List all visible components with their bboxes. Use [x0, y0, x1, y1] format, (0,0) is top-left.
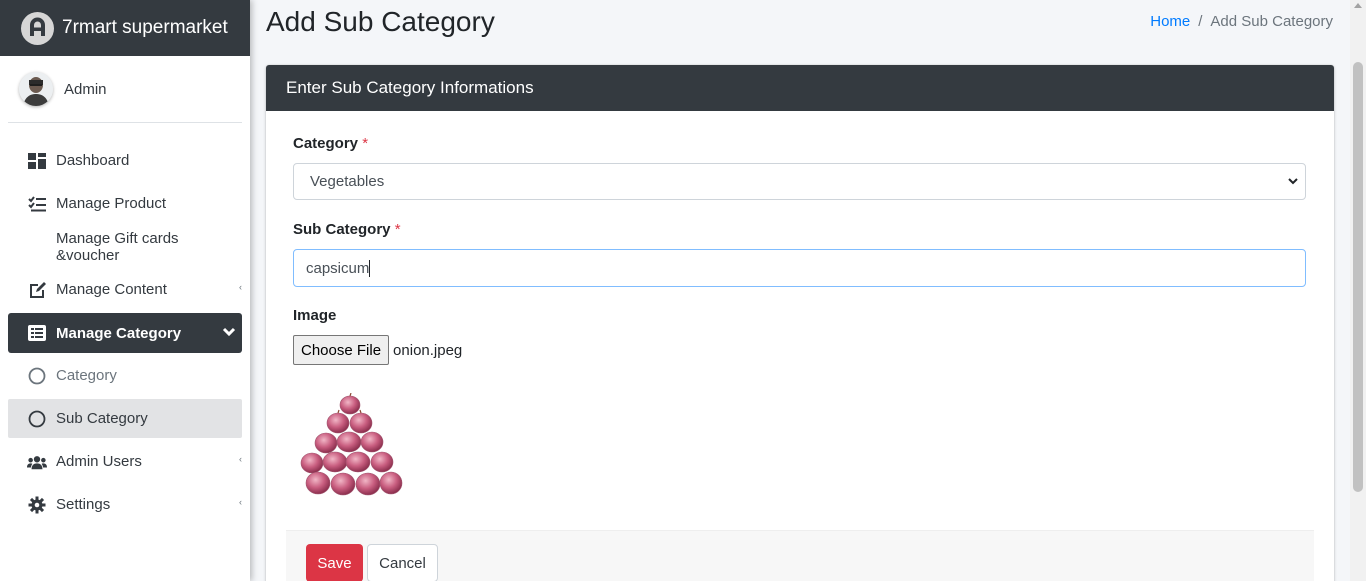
sub-category-form-card: Enter Sub Category Informations Category…	[266, 65, 1334, 581]
scrollbar-thumb[interactable]	[1353, 62, 1363, 492]
required-mark: *	[362, 135, 369, 152]
category-label: Category *	[293, 135, 368, 152]
sidebar-item-label: Manage Gift cards &voucher	[56, 229, 179, 264]
circle-icon	[27, 409, 47, 429]
sidebar-item-admin-users[interactable]: Admin Users ‹	[8, 440, 242, 483]
category-select[interactable]: Vegetables	[293, 163, 1306, 200]
sidebar-item-label: Admin Users	[56, 453, 142, 470]
sidebar-nav: Dashboard Manage Product Manage Gift car…	[8, 139, 242, 526]
sidebar-item-sub-category[interactable]: Sub Category	[8, 399, 242, 438]
sidebar: 7rmart supermarket Admin Dashboard Manag	[0, 0, 250, 581]
image-preview	[296, 392, 414, 501]
sidebar-item-label: Manage Content	[56, 281, 167, 298]
chevron-down-icon	[222, 325, 236, 343]
sidebar-item-manage-gift-cards[interactable]: Manage Gift cards &voucher	[8, 225, 242, 268]
sidebar-item-label: Settings	[56, 496, 111, 513]
edit-icon	[27, 280, 47, 300]
text-cursor	[369, 259, 371, 277]
chevron-down-icon	[1287, 174, 1299, 192]
category-label-text: Category	[293, 135, 359, 152]
sub-category-label: Sub Category *	[293, 221, 401, 238]
breadcrumb: Home / Add Sub Category	[1150, 13, 1333, 30]
sidebar-item-dashboard[interactable]: Dashboard	[8, 139, 242, 182]
list-alt-icon	[27, 323, 47, 343]
sidebar-item-manage-content[interactable]: Manage Content ‹	[8, 268, 242, 311]
cancel-button[interactable]: Cancel	[367, 544, 438, 581]
choose-file-button[interactable]: Choose File	[293, 335, 390, 365]
dashboard-icon	[27, 151, 47, 171]
image-label: Image	[293, 307, 337, 324]
page-title: Add Sub Category	[266, 6, 495, 37]
user-name: Admin	[64, 80, 107, 98]
chevron-left-icon: ‹	[239, 497, 242, 507]
sub-category-input-value: capsicum	[306, 259, 370, 277]
image-file-input: Choose File onion.jpeg	[293, 335, 462, 365]
users-icon	[27, 452, 47, 472]
sidebar-item-manage-product[interactable]: Manage Product	[8, 182, 242, 225]
chevron-left-icon: ‹	[239, 282, 242, 292]
gear-icon	[27, 495, 47, 515]
sidebar-item-settings[interactable]: Settings ‹	[8, 483, 242, 526]
main-content: Add Sub Category Home / Add Sub Category E…	[250, 0, 1350, 581]
sidebar-item-label: Sub Category	[56, 410, 148, 427]
list-check-icon	[27, 194, 47, 214]
breadcrumb-separator: /	[1198, 13, 1203, 30]
sidebar-item-label: Manage Product	[56, 195, 167, 212]
user-panel[interactable]: Admin	[8, 56, 242, 123]
brand-logo-icon	[21, 11, 54, 45]
sidebar-item-label: Category	[56, 367, 117, 384]
brand-name: 7rmart supermarket	[62, 17, 228, 38]
sub-category-input[interactable]: capsicum	[293, 249, 1306, 287]
brand-link[interactable]: 7rmart supermarket	[0, 0, 250, 56]
save-button[interactable]: Save	[306, 544, 363, 581]
onion-image	[300, 392, 403, 496]
avatar	[19, 72, 53, 106]
breadcrumb-current: Add Sub Category	[1210, 13, 1333, 30]
file-name: onion.jpeg	[393, 341, 463, 359]
breadcrumb-home-link[interactable]: Home	[1150, 13, 1190, 30]
circle-icon	[27, 366, 47, 386]
card-title: Enter Sub Category Informations	[266, 65, 1334, 111]
scroll-up-arrow-icon[interactable]	[1354, 3, 1362, 8]
chevron-left-icon: ‹	[239, 454, 242, 464]
sidebar-item-label: Manage Category	[56, 324, 182, 342]
page-scrollbar[interactable]	[1350, 0, 1366, 581]
required-mark: *	[394, 221, 401, 238]
sidebar-item-category[interactable]: Category	[8, 354, 242, 397]
sub-category-label-text: Sub Category	[293, 221, 391, 238]
sidebar-item-manage-category[interactable]: Manage Category	[8, 313, 242, 353]
category-select-value: Vegetables	[310, 173, 385, 190]
card-footer: Save Cancel	[286, 530, 1314, 581]
sidebar-item-label: Dashboard	[56, 152, 130, 169]
